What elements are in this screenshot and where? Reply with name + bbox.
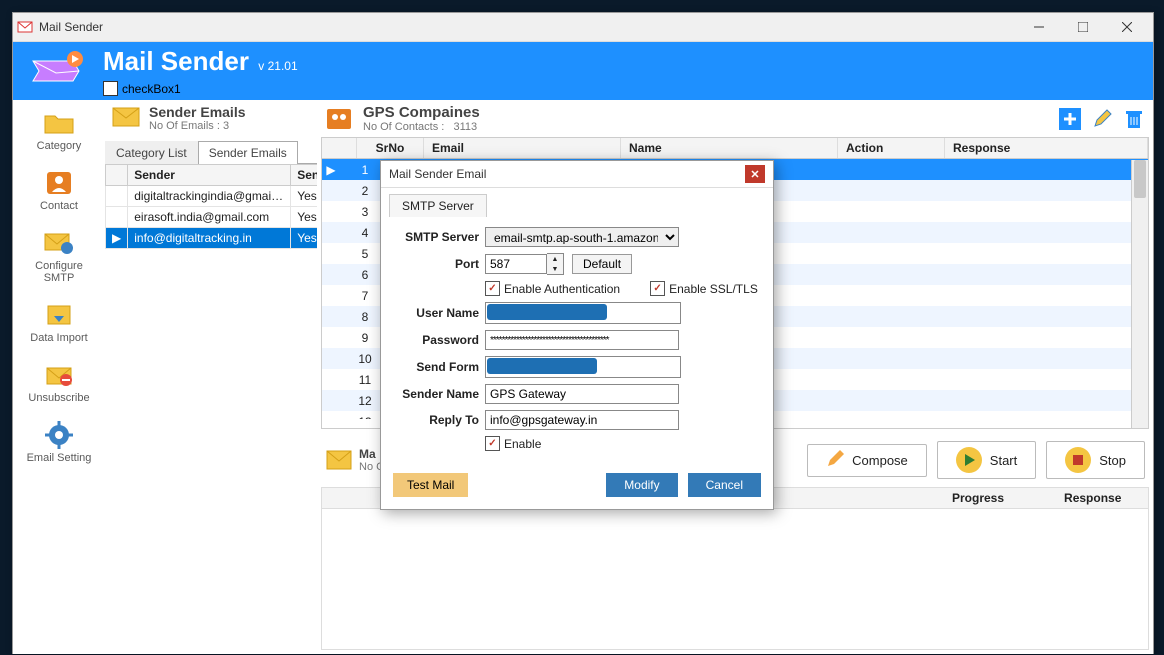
nav-unsubscribe[interactable]: Unsubscribe xyxy=(19,356,99,408)
sendform-input[interactable] xyxy=(485,356,681,378)
col-action[interactable]: Action xyxy=(838,138,945,158)
cancel-button[interactable]: Cancel xyxy=(688,473,761,497)
nav-label: Configure SMTP xyxy=(19,260,99,284)
nav-label: Contact xyxy=(40,200,78,212)
port-input[interactable] xyxy=(485,254,547,274)
label-smtp: SMTP Server xyxy=(393,230,479,244)
app-icon xyxy=(17,19,33,35)
enable-ssl-checkbox[interactable]: ✓Enable SSL/TLS xyxy=(650,281,758,296)
close-button[interactable] xyxy=(1105,13,1149,41)
port-spinner[interactable]: ▲▼ xyxy=(547,253,564,275)
col-sender[interactable]: Sender xyxy=(128,165,291,186)
pencil-icon xyxy=(826,450,844,471)
window-title: Mail Sender xyxy=(39,20,1017,34)
maximize-button[interactable] xyxy=(1061,13,1105,41)
col-name[interactable]: Name xyxy=(621,138,838,158)
replyto-input[interactable] xyxy=(485,410,679,430)
col-srno[interactable]: SrNo xyxy=(357,138,424,158)
label-sendername: Sender Name xyxy=(393,387,479,401)
grid-scrollbar[interactable] xyxy=(1131,160,1148,428)
dialog-tab-smtp[interactable]: SMTP Server xyxy=(389,194,487,217)
tab-category-list[interactable]: Category List xyxy=(105,141,198,164)
play-icon xyxy=(956,447,982,473)
username-input[interactable] xyxy=(485,302,681,324)
gps-subtitle-label: No Of Contacts : xyxy=(363,121,444,133)
logo-icon xyxy=(27,51,85,91)
nav-data-import[interactable]: Data Import xyxy=(19,296,99,348)
sender-title: Sender Emails xyxy=(149,104,246,120)
sender-row-selected[interactable]: ▶ info@digitaltracking.in Yes xyxy=(106,228,334,249)
minimize-button[interactable] xyxy=(1017,13,1061,41)
stop-button[interactable]: Stop xyxy=(1046,441,1145,479)
nav-label: Unsubscribe xyxy=(28,392,89,404)
mail-icon xyxy=(325,449,353,471)
titlebar: Mail Sender xyxy=(13,13,1153,42)
stop-icon xyxy=(1065,447,1091,473)
password-input[interactable] xyxy=(485,330,679,350)
col-response: Response xyxy=(1054,488,1131,508)
default-button[interactable]: Default xyxy=(572,254,632,274)
gps-subtitle-value: 3113 xyxy=(453,121,477,133)
sender-panel: Sender Emails No Of Emails : 3 Category … xyxy=(105,100,317,654)
label-sendform: Send Form xyxy=(393,360,479,374)
header-checkbox-label: checkBox1 xyxy=(122,82,181,96)
nav-category[interactable]: Category xyxy=(19,104,99,156)
nav-email-setting[interactable]: Email Setting xyxy=(19,416,99,468)
nav-contact[interactable]: Contact xyxy=(19,164,99,216)
sender-table: Sender Send digitaltrackingindia@gmail… … xyxy=(105,164,334,249)
start-button[interactable]: Start xyxy=(937,441,1036,479)
nav-configure-smtp[interactable]: Configure SMTP xyxy=(19,224,99,288)
modify-button[interactable]: Modify xyxy=(606,473,677,497)
nav-label: Data Import xyxy=(30,332,87,344)
tab-sender-emails[interactable]: Sender Emails xyxy=(198,141,298,164)
smtp-dialog: Mail Sender Email ✕ SMTP Server SMTP Ser… xyxy=(380,160,774,510)
dialog-title: Mail Sender Email xyxy=(389,167,486,181)
progress-body xyxy=(321,509,1149,650)
unsubscribe-icon xyxy=(42,360,76,390)
sendername-input[interactable] xyxy=(485,384,679,404)
edit-button[interactable] xyxy=(1091,108,1113,130)
gps-title: GPS Compaines xyxy=(363,104,480,121)
sender-row[interactable]: eirasoft.india@gmail.com Yes xyxy=(106,207,334,228)
col-response[interactable]: Response xyxy=(945,138,1148,158)
col-email[interactable]: Email xyxy=(424,138,621,158)
smtp-server-select[interactable]: email-smtp.ap-south-1.amazonaws.co xyxy=(485,227,679,247)
sidebar: Category Contact Configure SMTP Data Imp… xyxy=(13,100,105,654)
import-icon xyxy=(42,300,76,330)
delete-button[interactable] xyxy=(1123,108,1145,130)
col-progress: Progress xyxy=(942,488,1014,508)
nav-label: Category xyxy=(37,140,82,152)
compose-button[interactable]: Compose xyxy=(807,444,927,477)
label-port: Port xyxy=(393,257,479,271)
sender-row[interactable]: digitaltrackingindia@gmail… Yes xyxy=(106,186,334,207)
contacts-icon xyxy=(325,107,355,131)
enable-checkbox[interactable]: ✓Enable xyxy=(485,436,541,451)
gear-icon xyxy=(42,420,76,450)
mail-gear-icon xyxy=(42,228,76,258)
nav-label: Email Setting xyxy=(27,452,92,464)
dialog-close-button[interactable]: ✕ xyxy=(745,165,765,183)
add-button[interactable] xyxy=(1059,108,1081,130)
contact-icon xyxy=(42,168,76,198)
header-checkbox[interactable] xyxy=(103,81,118,96)
header: Mail Sender v 21.01 checkBox1 xyxy=(13,42,1153,100)
test-mail-button[interactable]: Test Mail xyxy=(393,473,468,497)
label-replyto: Reply To xyxy=(393,413,479,427)
app-name: Mail Sender xyxy=(103,46,249,76)
label-password: Password xyxy=(393,333,479,347)
app-version: v 21.01 xyxy=(258,59,297,73)
mail-icon xyxy=(111,106,141,130)
folder-icon xyxy=(42,108,76,138)
label-username: User Name xyxy=(393,306,479,320)
sender-subtitle: No Of Emails : 3 xyxy=(149,120,246,132)
enable-auth-checkbox[interactable]: ✓Enable Authentication xyxy=(485,281,620,296)
